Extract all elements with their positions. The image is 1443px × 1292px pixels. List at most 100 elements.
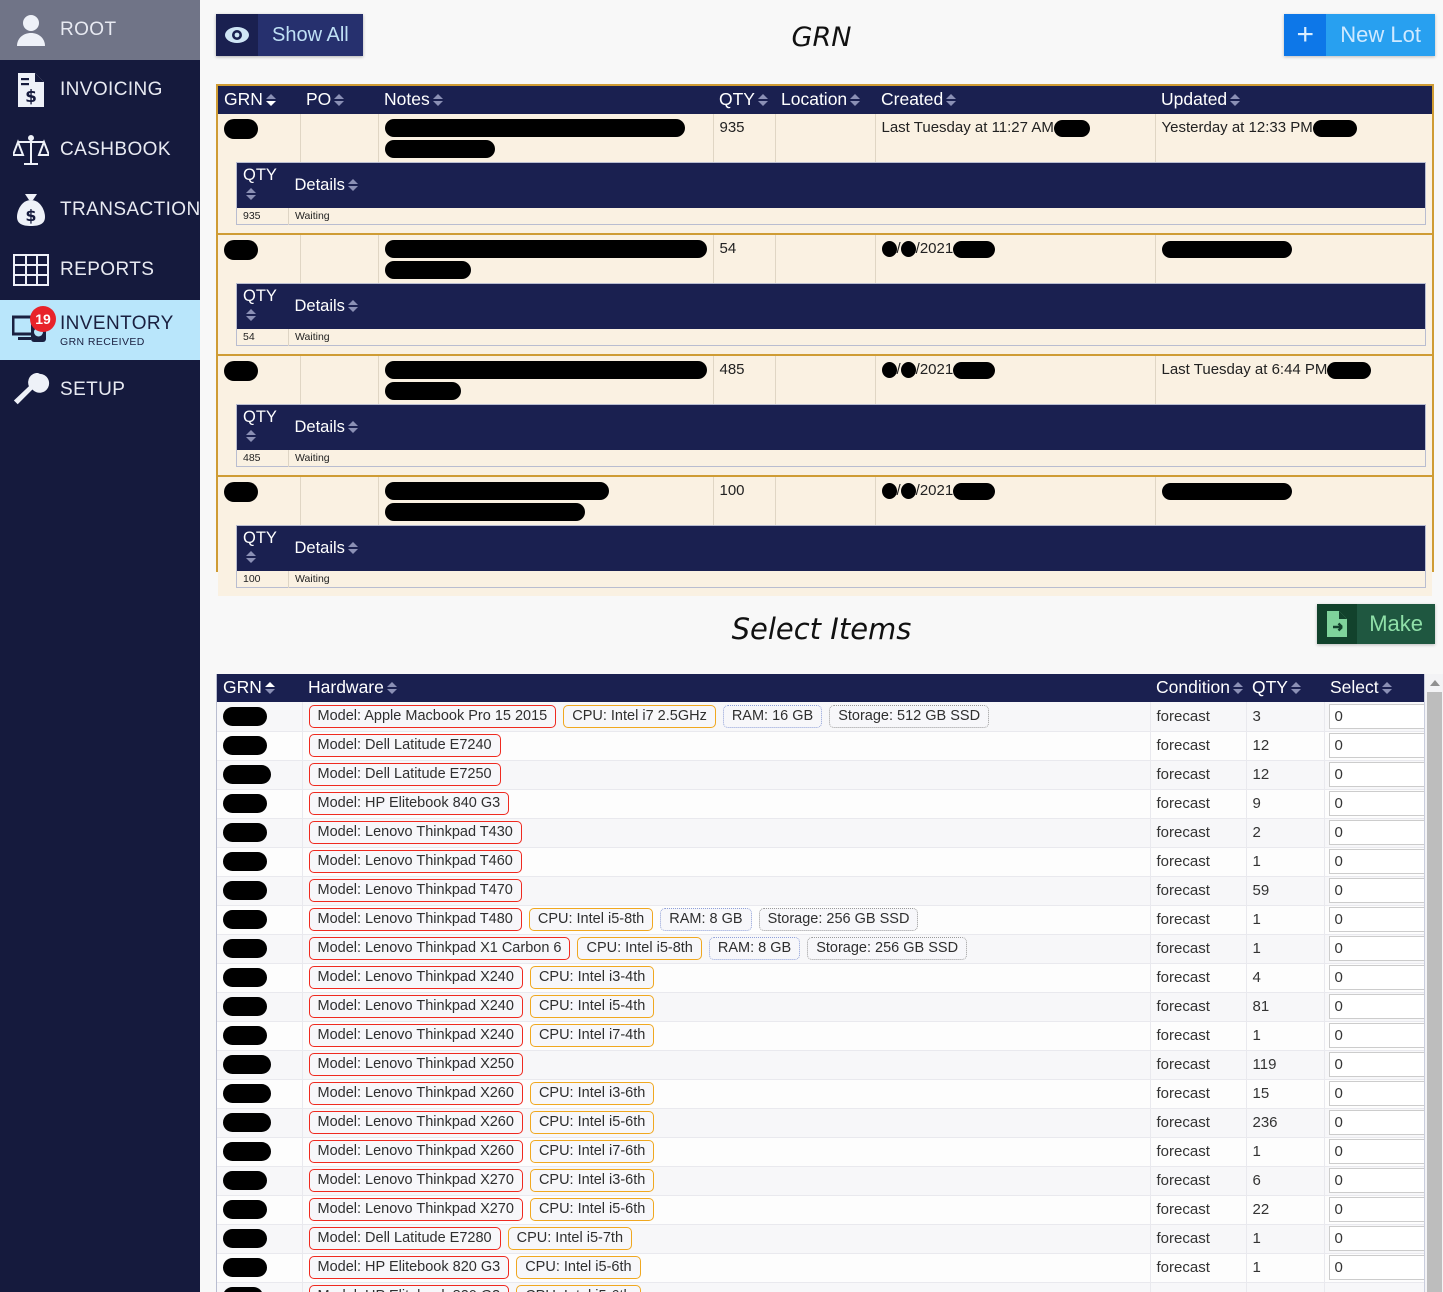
make-button[interactable]: Make <box>1317 604 1435 644</box>
select-input[interactable]: 0 <box>1328 733 1433 758</box>
sidebar-item-setup[interactable]: SETUP <box>0 360 200 420</box>
select-input[interactable]: 0 <box>1328 878 1433 903</box>
table-row[interactable]: Model: Lenovo Thinkpad X1 Carbon 6 CPU: I… <box>217 934 1440 964</box>
select-input[interactable]: 0 <box>1328 1139 1433 1164</box>
table-row[interactable]: 935 Last Tuesday at 11:27 AM Yesterday at … <box>218 114 1432 163</box>
items-col-hardware[interactable]: Hardware <box>302 674 1150 702</box>
items-col-condition[interactable]: Condition <box>1150 674 1246 702</box>
table-row[interactable]: Model: Lenovo Thinkpad X240 CPU: Intel i3… <box>217 963 1440 993</box>
sort-icon[interactable] <box>1290 682 1302 694</box>
select-input[interactable]: 0 <box>1328 820 1433 845</box>
table-row[interactable]: Model: Lenovo Thinkpad T470 forecast 59 0 <box>217 876 1440 906</box>
select-input[interactable]: 0 <box>1328 1226 1433 1251</box>
select-input[interactable]: 0 <box>1328 762 1433 787</box>
sort-icon[interactable] <box>265 94 277 106</box>
table-row[interactable]: Model: Dell Latitude E7250 forecast 12 0 <box>217 760 1440 790</box>
table-row[interactable]: Model: Lenovo Thinkpad X250 forecast 119 0 <box>217 1050 1440 1080</box>
items-cell-select[interactable]: 0 <box>1324 1137 1440 1167</box>
sort-icon[interactable] <box>1230 94 1241 106</box>
sort-icon[interactable] <box>264 682 276 694</box>
select-input[interactable]: 0 <box>1328 1197 1433 1222</box>
items-cell-select[interactable]: 0 <box>1324 760 1440 790</box>
items-cell-select[interactable] <box>1324 1282 1440 1292</box>
grn-col-grn[interactable]: GRN <box>218 86 300 114</box>
items-cell-select[interactable]: 0 <box>1324 1195 1440 1225</box>
grn-col-updated[interactable]: Updated <box>1155 86 1432 114</box>
items-cell-select[interactable]: 0 <box>1324 1079 1440 1109</box>
items-cell-select[interactable]: 0 <box>1324 1166 1440 1196</box>
sidebar-item-cashbook[interactable]: CASHBOOK <box>0 120 200 180</box>
select-input[interactable]: 0 <box>1328 994 1433 1019</box>
select-input[interactable]: 0 <box>1328 849 1433 874</box>
sort-icon[interactable] <box>1381 682 1393 694</box>
sidebar-item-root[interactable]: ROOT <box>0 0 200 60</box>
select-input[interactable]: 0 <box>1328 1255 1433 1280</box>
grn-col-created[interactable]: Created <box>875 86 1155 114</box>
sort-icon[interactable] <box>432 94 444 106</box>
table-row[interactable]: Model: Lenovo Thinkpad X270 CPU: Intel i3… <box>217 1166 1440 1196</box>
table-row[interactable]: 100 //2021 <box>218 477 1432 526</box>
table-row[interactable]: 54 //2021 <box>218 235 1432 284</box>
table-row[interactable]: Model: Lenovo Thinkpad X260 CPU: Intel i3… <box>217 1079 1440 1109</box>
table-row[interactable]: Model: Lenovo Thinkpad T480 CPU: Intel i5… <box>217 905 1440 935</box>
sort-icon[interactable] <box>386 682 398 694</box>
table-row[interactable]: Model: Dell Latitude E7240 forecast 12 0 <box>217 731 1440 761</box>
select-input[interactable]: 0 <box>1328 936 1433 961</box>
items-col-select[interactable]: Select <box>1324 674 1440 702</box>
items-cell-select[interactable]: 0 <box>1324 702 1440 732</box>
scrollbar-thumb[interactable] <box>1427 692 1442 1292</box>
table-row[interactable]: Model: Lenovo Thinkpad T430 forecast 2 0 <box>217 818 1440 848</box>
grn-detail-col-qty[interactable]: QTY <box>236 162 289 209</box>
grn-detail-row-item[interactable]: 485 Waiting <box>236 450 1426 467</box>
grn-detail-col-details[interactable]: Details <box>288 162 1426 209</box>
table-row[interactable]: Model: Lenovo Thinkpad T460 forecast 1 0 <box>217 847 1440 877</box>
select-input[interactable]: 0 <box>1328 1168 1433 1193</box>
select-input[interactable]: 0 <box>1328 1052 1433 1077</box>
table-row[interactable]: Model: Lenovo Thinkpad X270 CPU: Intel i5… <box>217 1195 1440 1225</box>
table-row[interactable]: Model: HP Elitebook 820 G3 CPU: Intel i5-… <box>217 1253 1440 1283</box>
grn-detail-row-item[interactable]: 54 Waiting <box>236 329 1426 346</box>
table-row[interactable]: Model: Lenovo Thinkpad X240 CPU: Intel i7… <box>217 1021 1440 1051</box>
items-cell-select[interactable]: 0 <box>1324 847 1440 877</box>
sort-icon[interactable] <box>1232 682 1244 694</box>
items-col-grn[interactable]: GRN <box>217 674 302 702</box>
grn-col-notes[interactable]: Notes <box>378 86 713 114</box>
items-cell-select[interactable]: 0 <box>1324 731 1440 761</box>
select-input[interactable]: 0 <box>1328 1023 1433 1048</box>
items-cell-select[interactable]: 0 <box>1324 1108 1440 1138</box>
grn-detail-col-qty[interactable]: QTY <box>236 283 289 330</box>
sort-icon[interactable] <box>347 178 359 191</box>
sidebar-item-transactions[interactable]: $ TRANSACTIONS <box>0 180 213 240</box>
items-cell-select[interactable]: 0 <box>1324 905 1440 935</box>
table-row[interactable]: 485 //2021 Last Tuesday at 6:44 PM <box>218 356 1432 405</box>
table-row[interactable]: Model: Lenovo Thinkpad X240 CPU: Intel i5… <box>217 992 1440 1022</box>
items-cell-select[interactable]: 0 <box>1324 992 1440 1022</box>
table-row[interactable]: Model: Dell Latitude E7280 CPU: Intel i5-… <box>217 1224 1440 1254</box>
select-input[interactable]: 0 <box>1328 1110 1433 1135</box>
grn-detail-row-item[interactable]: 935 Waiting <box>236 208 1426 225</box>
sidebar-item-reports[interactable]: REPORTS <box>0 240 200 300</box>
items-cell-select[interactable]: 0 <box>1324 1050 1440 1080</box>
table-row[interactable]: Model: Lenovo Thinkpad X260 CPU: Intel i5… <box>217 1108 1440 1138</box>
sort-icon[interactable] <box>850 94 861 106</box>
items-cell-select[interactable]: 0 <box>1324 1021 1440 1051</box>
grn-detail-col-qty[interactable]: QTY <box>236 525 289 572</box>
sort-icon[interactable] <box>347 541 359 554</box>
sort-icon[interactable] <box>246 430 257 443</box>
grn-detail-col-details[interactable]: Details <box>288 283 1426 330</box>
items-cell-select[interactable]: 0 <box>1324 934 1440 964</box>
sort-icon[interactable] <box>246 551 257 564</box>
table-row[interactable]: Model: HP Elitebook 840 G3 forecast 9 0 <box>217 789 1440 819</box>
sidebar-item-invoicing[interactable]: $ INVOICING <box>0 60 200 120</box>
items-cell-select[interactable]: 0 <box>1324 963 1440 993</box>
grn-col-po[interactable]: PO <box>300 86 378 114</box>
sort-icon[interactable] <box>757 94 769 106</box>
grn-col-qty[interactable]: QTY <box>713 86 775 114</box>
items-cell-select[interactable]: 0 <box>1324 876 1440 906</box>
grn-col-location[interactable]: Location <box>775 86 875 114</box>
items-cell-select[interactable]: 0 <box>1324 818 1440 848</box>
new-lot-button[interactable]: + New Lot <box>1284 14 1435 56</box>
sort-icon[interactable] <box>334 94 345 106</box>
table-row[interactable]: Model: HP Elitebook 820 G3 CPU: Intel i5-… <box>217 1282 1440 1292</box>
sort-icon[interactable] <box>246 309 257 322</box>
